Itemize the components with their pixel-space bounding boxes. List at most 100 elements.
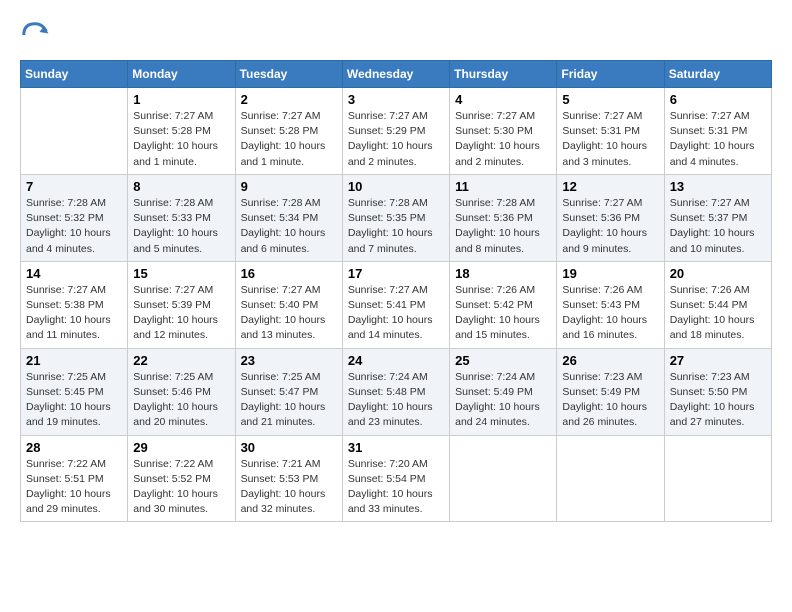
day-number: 19 — [562, 266, 658, 281]
day-cell: 14Sunrise: 7:27 AMSunset: 5:38 PMDayligh… — [21, 261, 128, 348]
day-cell: 7 Sunrise: 7:28 AMSunset: 5:32 PMDaylight… — [21, 174, 128, 261]
header-row: SundayMondayTuesdayWednesdayThursdayFrid… — [21, 61, 772, 88]
header-day-tuesday: Tuesday — [235, 61, 342, 88]
calendar-table: SundayMondayTuesdayWednesdayThursdayFrid… — [20, 60, 772, 522]
header-day-saturday: Saturday — [664, 61, 771, 88]
day-info: Sunrise: 7:22 AMSunset: 5:52 PMDaylight:… — [133, 457, 229, 518]
day-cell: 13 Sunrise: 7:27 AMSunset: 5:37 PMDayligh… — [664, 174, 771, 261]
day-info: Sunrise: 7:28 AMSunset: 5:36 PMDaylight:… — [455, 196, 551, 257]
day-cell: 6 Sunrise: 7:27 AMSunset: 5:31 PMDaylight… — [664, 88, 771, 175]
day-number: 5 — [562, 92, 658, 107]
day-cell: 8 Sunrise: 7:28 AMSunset: 5:33 PMDaylight… — [128, 174, 235, 261]
day-info: Sunrise: 7:26 AMSunset: 5:42 PMDaylight:… — [455, 283, 551, 344]
day-number: 31 — [348, 440, 444, 455]
day-cell: 9 Sunrise: 7:28 AMSunset: 5:34 PMDaylight… — [235, 174, 342, 261]
day-number: 30 — [241, 440, 337, 455]
day-number: 17 — [348, 266, 444, 281]
day-cell: 15 Sunrise: 7:27 AMSunset: 5:39 PMDayligh… — [128, 261, 235, 348]
logo — [20, 20, 54, 50]
day-number: 28 — [26, 440, 122, 455]
day-info: Sunrise: 7:26 AMSunset: 5:43 PMDaylight:… — [562, 283, 658, 344]
day-cell — [664, 435, 771, 522]
day-cell: 28Sunrise: 7:22 AMSunset: 5:51 PMDayligh… — [21, 435, 128, 522]
day-number: 12 — [562, 179, 658, 194]
week-row-5: 28Sunrise: 7:22 AMSunset: 5:51 PMDayligh… — [21, 435, 772, 522]
day-number: 21 — [26, 353, 122, 368]
day-number: 15 — [133, 266, 229, 281]
day-number: 7 — [26, 179, 122, 194]
day-number: 25 — [455, 353, 551, 368]
day-cell: 19 Sunrise: 7:26 AMSunset: 5:43 PMDayligh… — [557, 261, 664, 348]
week-row-2: 7 Sunrise: 7:28 AMSunset: 5:32 PMDaylight… — [21, 174, 772, 261]
day-cell: 22 Sunrise: 7:25 AMSunset: 5:46 PMDayligh… — [128, 348, 235, 435]
day-info: Sunrise: 7:28 AMSunset: 5:32 PMDaylight:… — [26, 196, 122, 257]
day-info: Sunrise: 7:27 AMSunset: 5:28 PMDaylight:… — [133, 109, 229, 170]
day-number: 13 — [670, 179, 766, 194]
day-cell: 18Sunrise: 7:26 AMSunset: 5:42 PMDayligh… — [450, 261, 557, 348]
day-cell: 5 Sunrise: 7:27 AMSunset: 5:31 PMDaylight… — [557, 88, 664, 175]
day-cell: 11 Sunrise: 7:28 AMSunset: 5:36 PMDayligh… — [450, 174, 557, 261]
day-number: 22 — [133, 353, 229, 368]
day-cell: 10Sunrise: 7:28 AMSunset: 5:35 PMDayligh… — [342, 174, 449, 261]
week-row-4: 21 Sunrise: 7:25 AMSunset: 5:45 PMDayligh… — [21, 348, 772, 435]
week-row-3: 14Sunrise: 7:27 AMSunset: 5:38 PMDayligh… — [21, 261, 772, 348]
header-day-friday: Friday — [557, 61, 664, 88]
day-cell: 25 Sunrise: 7:24 AMSunset: 5:49 PMDayligh… — [450, 348, 557, 435]
day-number: 24 — [348, 353, 444, 368]
day-number: 11 — [455, 179, 551, 194]
day-number: 3 — [348, 92, 444, 107]
day-info: Sunrise: 7:27 AMSunset: 5:39 PMDaylight:… — [133, 283, 229, 344]
week-row-1: 1 Sunrise: 7:27 AMSunset: 5:28 PMDaylight… — [21, 88, 772, 175]
day-number: 6 — [670, 92, 766, 107]
day-cell: 24Sunrise: 7:24 AMSunset: 5:48 PMDayligh… — [342, 348, 449, 435]
day-number: 2 — [241, 92, 337, 107]
day-number: 20 — [670, 266, 766, 281]
day-cell: 23Sunrise: 7:25 AMSunset: 5:47 PMDayligh… — [235, 348, 342, 435]
day-info: Sunrise: 7:25 AMSunset: 5:46 PMDaylight:… — [133, 370, 229, 431]
header-day-wednesday: Wednesday — [342, 61, 449, 88]
day-info: Sunrise: 7:25 AMSunset: 5:45 PMDaylight:… — [26, 370, 122, 431]
day-number: 1 — [133, 92, 229, 107]
day-info: Sunrise: 7:27 AMSunset: 5:37 PMDaylight:… — [670, 196, 766, 257]
day-info: Sunrise: 7:27 AMSunset: 5:31 PMDaylight:… — [562, 109, 658, 170]
day-info: Sunrise: 7:27 AMSunset: 5:28 PMDaylight:… — [241, 109, 337, 170]
day-info: Sunrise: 7:24 AMSunset: 5:49 PMDaylight:… — [455, 370, 551, 431]
day-cell: 2 Sunrise: 7:27 AMSunset: 5:28 PMDaylight… — [235, 88, 342, 175]
day-number: 9 — [241, 179, 337, 194]
day-info: Sunrise: 7:27 AMSunset: 5:29 PMDaylight:… — [348, 109, 444, 170]
day-info: Sunrise: 7:27 AMSunset: 5:41 PMDaylight:… — [348, 283, 444, 344]
page-header — [20, 20, 772, 50]
day-number: 29 — [133, 440, 229, 455]
day-cell: 3 Sunrise: 7:27 AMSunset: 5:29 PMDaylight… — [342, 88, 449, 175]
day-cell — [21, 88, 128, 175]
header-day-monday: Monday — [128, 61, 235, 88]
day-cell: 4 Sunrise: 7:27 AMSunset: 5:30 PMDaylight… — [450, 88, 557, 175]
header-day-thursday: Thursday — [450, 61, 557, 88]
day-number: 23 — [241, 353, 337, 368]
day-number: 16 — [241, 266, 337, 281]
day-cell: 1 Sunrise: 7:27 AMSunset: 5:28 PMDaylight… — [128, 88, 235, 175]
day-info: Sunrise: 7:27 AMSunset: 5:36 PMDaylight:… — [562, 196, 658, 257]
day-info: Sunrise: 7:27 AMSunset: 5:30 PMDaylight:… — [455, 109, 551, 170]
day-number: 27 — [670, 353, 766, 368]
day-info: Sunrise: 7:28 AMSunset: 5:33 PMDaylight:… — [133, 196, 229, 257]
day-number: 14 — [26, 266, 122, 281]
day-info: Sunrise: 7:28 AMSunset: 5:34 PMDaylight:… — [241, 196, 337, 257]
calendar-header: SundayMondayTuesdayWednesdayThursdayFrid… — [21, 61, 772, 88]
calendar-body: 1 Sunrise: 7:27 AMSunset: 5:28 PMDaylight… — [21, 88, 772, 522]
day-cell: 21 Sunrise: 7:25 AMSunset: 5:45 PMDayligh… — [21, 348, 128, 435]
logo-icon — [20, 20, 50, 50]
day-info: Sunrise: 7:23 AMSunset: 5:49 PMDaylight:… — [562, 370, 658, 431]
day-info: Sunrise: 7:27 AMSunset: 5:31 PMDaylight:… — [670, 109, 766, 170]
day-number: 4 — [455, 92, 551, 107]
day-info: Sunrise: 7:26 AMSunset: 5:44 PMDaylight:… — [670, 283, 766, 344]
day-number: 8 — [133, 179, 229, 194]
day-cell: 20 Sunrise: 7:26 AMSunset: 5:44 PMDayligh… — [664, 261, 771, 348]
day-cell: 31Sunrise: 7:20 AMSunset: 5:54 PMDayligh… — [342, 435, 449, 522]
day-cell: 27 Sunrise: 7:23 AMSunset: 5:50 PMDayligh… — [664, 348, 771, 435]
day-cell: 17 Sunrise: 7:27 AMSunset: 5:41 PMDayligh… — [342, 261, 449, 348]
day-number: 26 — [562, 353, 658, 368]
day-info: Sunrise: 7:23 AMSunset: 5:50 PMDaylight:… — [670, 370, 766, 431]
day-cell — [450, 435, 557, 522]
header-day-sunday: Sunday — [21, 61, 128, 88]
